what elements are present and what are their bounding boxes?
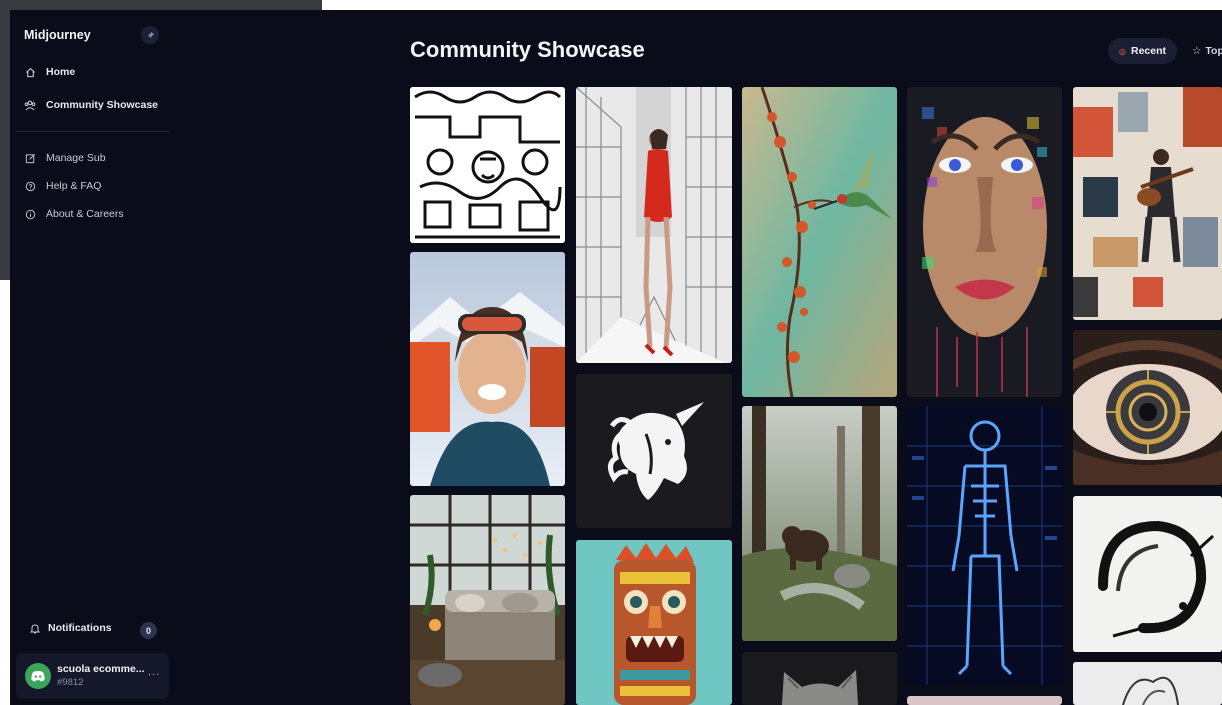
filter-recent-button[interactable]: ◎ Recent	[1108, 38, 1177, 64]
home-icon	[24, 66, 36, 78]
sidebar-item-label: Home	[46, 66, 76, 78]
gallery-image-flower-sketch[interactable]	[1073, 662, 1222, 705]
discord-icon	[31, 671, 45, 682]
pin-icon	[146, 31, 154, 39]
sidebar-item-manage-sub[interactable]: Manage Sub	[24, 148, 106, 168]
gallery-image-tiki-mask[interactable]	[576, 540, 732, 705]
user-tag: #9812	[57, 677, 84, 688]
gallery-image-mechanical-eye[interactable]	[1073, 330, 1222, 485]
gallery-image-doodle-pattern[interactable]	[410, 87, 565, 243]
user-account-card[interactable]: scuola ecomme... #9812 ...	[16, 653, 169, 699]
pin-sidebar-button[interactable]	[141, 26, 159, 44]
gallery-image-unicorn-logo[interactable]	[576, 374, 732, 528]
sidebar-item-label: About & Careers	[46, 208, 124, 220]
sidebar-divider	[16, 131, 169, 132]
star-icon: ☆	[1192, 45, 1202, 57]
app-window: Midjourney Home Community Showcase Manag…	[10, 10, 1222, 705]
gallery-image-hummingbird[interactable]	[742, 87, 897, 397]
bell-icon	[30, 623, 40, 633]
notifications-count-badge: 0	[140, 622, 157, 639]
gallery-image-woman-red-dress[interactable]	[576, 87, 732, 363]
user-name: scuola ecomme...	[57, 663, 145, 675]
community-icon	[24, 99, 36, 111]
gallery-image-partial[interactable]	[907, 696, 1062, 705]
gallery-image-skier-selfie[interactable]	[410, 252, 565, 486]
sidebar-item-help-faq[interactable]: Help & FAQ	[24, 176, 101, 196]
gallery-image-ink-enso[interactable]	[1073, 496, 1222, 652]
filter-label: Recent	[1130, 45, 1166, 57]
sidebar: Midjourney Home Community Showcase Manag…	[10, 10, 180, 705]
sidebar-item-label: Manage Sub	[46, 152, 106, 164]
gallery-image-holographic-anatomy[interactable]	[907, 406, 1062, 685]
gallery-image-greenhouse-room[interactable]	[410, 495, 565, 705]
sidebar-item-label: Help & FAQ	[46, 180, 102, 192]
notifications-button[interactable]: Notifications	[30, 622, 112, 634]
filter-label: Top	[1205, 45, 1222, 57]
help-icon	[24, 180, 36, 192]
notifications-label: Notifications	[48, 622, 112, 634]
info-icon	[24, 208, 36, 220]
recent-icon: ◎	[1119, 46, 1126, 56]
gallery-image-collage-guitarist[interactable]	[1073, 87, 1222, 320]
brand-name[interactable]: Midjourney	[24, 28, 91, 42]
gallery-image-mosaic-face[interactable]	[907, 87, 1062, 397]
sidebar-item-community-showcase[interactable]: Community Showcase	[24, 95, 158, 115]
sidebar-item-about-careers[interactable]: About & Careers	[24, 204, 124, 224]
gallery-image-gray-cat[interactable]	[742, 652, 897, 705]
desktop-backdrop-top	[322, 0, 1222, 10]
avatar	[25, 663, 51, 689]
more-options-button[interactable]: ...	[148, 666, 160, 678]
sidebar-item-home[interactable]: Home	[24, 62, 75, 82]
filter-top-button[interactable]: ☆ Top	[1186, 38, 1222, 64]
edit-icon	[24, 152, 36, 164]
page-title: Community Showcase	[410, 37, 645, 62]
sidebar-item-label: Community Showcase	[46, 99, 159, 111]
gallery-image-bear-forest[interactable]	[742, 406, 897, 641]
